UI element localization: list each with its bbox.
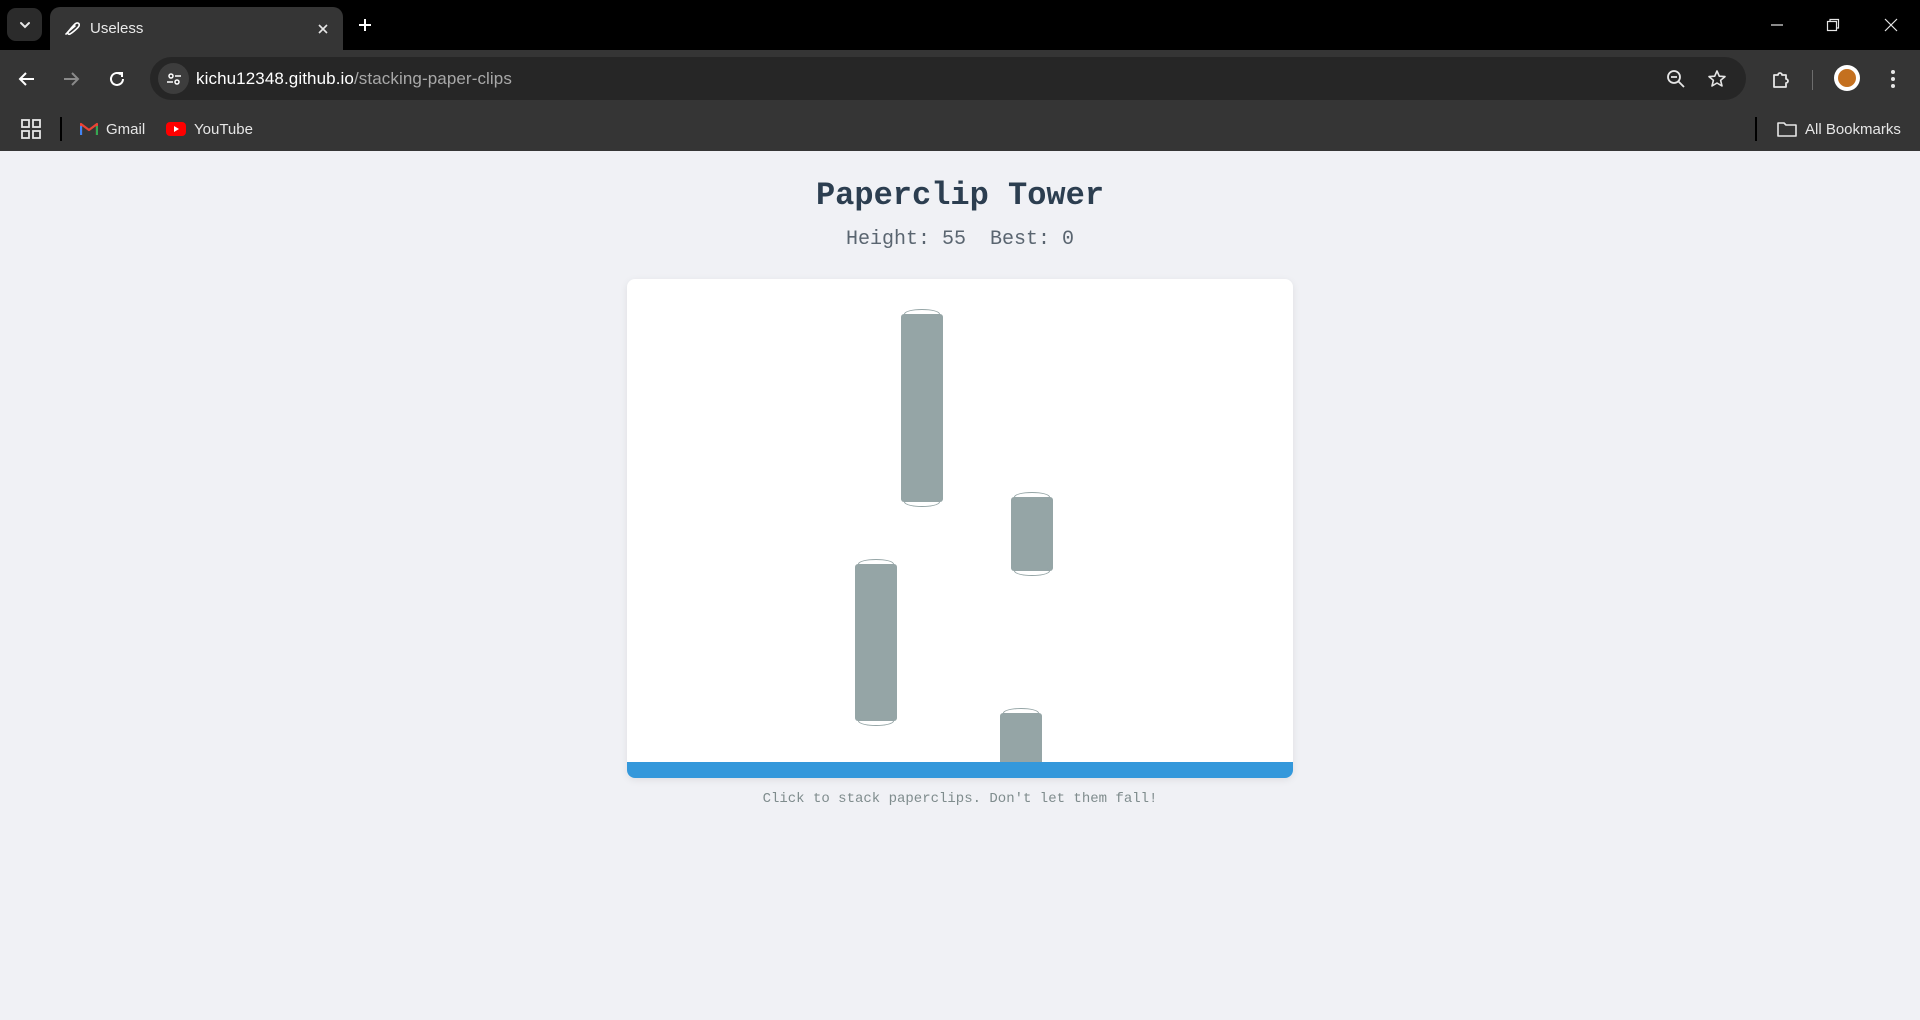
paperclip-loop — [904, 497, 940, 507]
bookmark-label: Gmail — [106, 120, 146, 138]
close-icon — [1884, 18, 1898, 32]
paperclip — [855, 559, 897, 726]
minimize-icon — [1771, 24, 1783, 26]
best-label: Best: — [990, 228, 1051, 251]
back-button[interactable] — [12, 64, 42, 94]
folder-icon — [1777, 122, 1797, 137]
zoom-out-icon — [1667, 70, 1685, 88]
url-text: kichu12348.github.io/stacking-paper-clip… — [196, 69, 512, 89]
bookmark-gmail[interactable]: Gmail — [80, 116, 145, 142]
browser-menu-button[interactable] — [1878, 64, 1908, 94]
paperclip-loop — [858, 716, 894, 726]
new-tab-button[interactable] — [353, 13, 377, 37]
bookmarks-bar: Gmail YouTube All Bookmarks — [0, 107, 1920, 151]
forward-button[interactable] — [56, 64, 86, 94]
url-path: /stacking-paper-clips — [353, 69, 512, 88]
tab-search-button[interactable] — [7, 8, 42, 41]
paperclip-favicon-icon — [65, 22, 80, 36]
instructions-text: Click to stack paperclips. Don't let the… — [762, 791, 1158, 807]
close-window-button[interactable] — [1876, 10, 1906, 40]
bookmark-star-button[interactable] — [1705, 67, 1729, 91]
browser-toolbar: kichu12348.github.io/stacking-paper-clip… — [0, 50, 1920, 107]
paperclip — [1011, 492, 1053, 576]
puzzle-icon — [1773, 72, 1789, 88]
extensions-button[interactable] — [1766, 64, 1796, 94]
arrow-left-icon — [18, 72, 34, 86]
game-canvas[interactable] — [627, 279, 1293, 778]
restore-button[interactable] — [1818, 10, 1848, 40]
score-display: Height: 55 Best: 0 — [0, 228, 1920, 251]
chevron-down-icon — [19, 21, 30, 28]
ground-platform — [627, 762, 1293, 778]
all-bookmarks-button[interactable]: All Bookmarks — [1777, 116, 1901, 142]
zoom-button[interactable] — [1664, 67, 1688, 91]
url-host: kichu12348.github.io — [196, 69, 354, 88]
tab-title: Useless — [90, 20, 144, 37]
star-icon — [1708, 70, 1726, 87]
active-tab[interactable]: Useless — [50, 7, 343, 50]
bookmark-label: YouTube — [194, 120, 253, 138]
youtube-icon — [166, 122, 186, 136]
reload-button[interactable] — [102, 64, 132, 94]
best-value: 0 — [1062, 228, 1075, 251]
paperclip-loop — [858, 559, 894, 569]
profile-avatar-image — [1838, 69, 1856, 87]
paperclip-loop — [1003, 708, 1039, 718]
bookmarks-divider — [1755, 117, 1757, 141]
tune-icon — [166, 72, 181, 85]
page-content: Paperclip Tower Height: 55 Best: 0 Click… — [0, 151, 1920, 1020]
browser-tab-strip: Useless — [0, 0, 1920, 50]
close-icon — [318, 24, 328, 34]
gmail-icon — [80, 122, 98, 135]
paperclip — [901, 309, 943, 507]
reload-icon — [110, 71, 124, 86]
plus-icon — [359, 19, 371, 31]
restore-icon — [1826, 18, 1840, 32]
apps-grid-icon[interactable] — [20, 118, 42, 140]
bookmarks-divider — [60, 117, 62, 141]
game-title: Paperclip Tower — [815, 177, 1105, 214]
minimize-button[interactable] — [1762, 10, 1792, 40]
profile-avatar[interactable] — [1834, 65, 1860, 91]
paperclip-loop — [1014, 566, 1050, 576]
close-tab-button[interactable] — [313, 19, 333, 39]
address-bar[interactable]: kichu12348.github.io/stacking-paper-clip… — [150, 57, 1746, 100]
bookmark-youtube[interactable]: YouTube — [166, 116, 253, 142]
height-value: 55 — [941, 228, 966, 251]
height-label: Height: — [845, 228, 930, 251]
toolbar-divider — [1812, 70, 1813, 90]
paperclip-loop — [1014, 492, 1050, 502]
arrow-right-icon — [64, 72, 80, 86]
site-info-button[interactable] — [158, 63, 189, 94]
all-bookmarks-label: All Bookmarks — [1805, 120, 1901, 138]
paperclip-loop — [904, 309, 940, 319]
more-vertical-icon — [1891, 70, 1895, 88]
